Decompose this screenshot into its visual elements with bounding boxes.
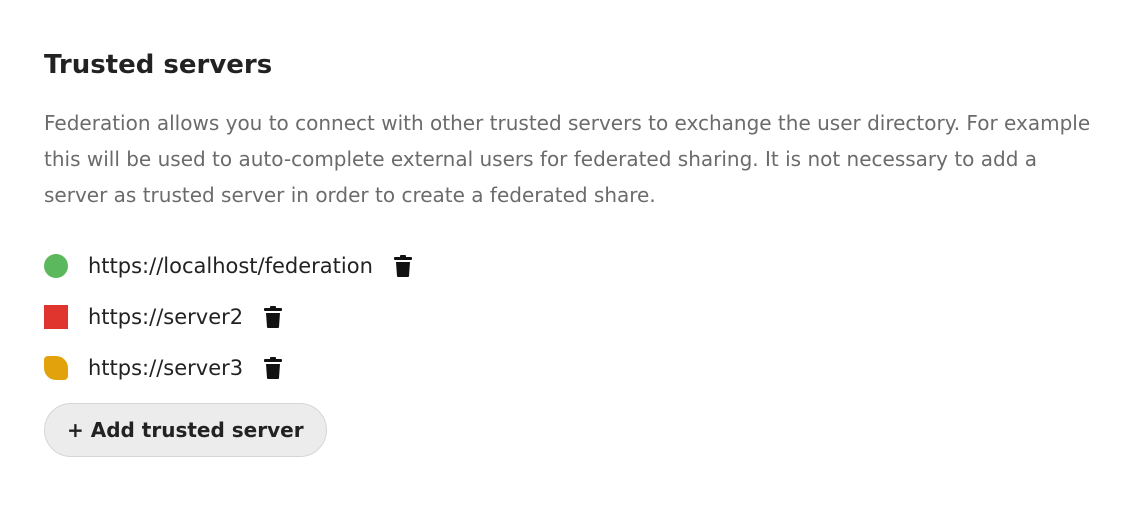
- section-description: Federation allows you to connect with ot…: [44, 111, 1091, 207]
- trash-icon: [264, 356, 283, 379]
- add-trusted-server-button[interactable]: + Add trusted server: [44, 403, 327, 457]
- delete-server-button[interactable]: [257, 352, 289, 384]
- server-url: https://localhost/federation: [88, 253, 373, 278]
- trash-icon: [264, 305, 283, 328]
- server-url: https://server2: [88, 304, 244, 329]
- trusted-server-item: https://server2: [44, 291, 419, 342]
- trusted-server-list: https://localhost/federation https://ser…: [44, 240, 419, 393]
- trash-icon: [393, 254, 412, 277]
- status-failure-icon: [44, 304, 68, 329]
- status-pending-icon: [44, 355, 68, 380]
- trusted-server-item: https://server3: [44, 342, 419, 393]
- delete-server-button[interactable]: [257, 301, 289, 333]
- status-ok-icon: [44, 253, 68, 278]
- delete-server-button[interactable]: [387, 250, 419, 282]
- server-url: https://server3: [88, 355, 244, 380]
- trusted-server-item: https://localhost/federation: [44, 240, 419, 291]
- section-title: Trusted servers: [44, 50, 273, 80]
